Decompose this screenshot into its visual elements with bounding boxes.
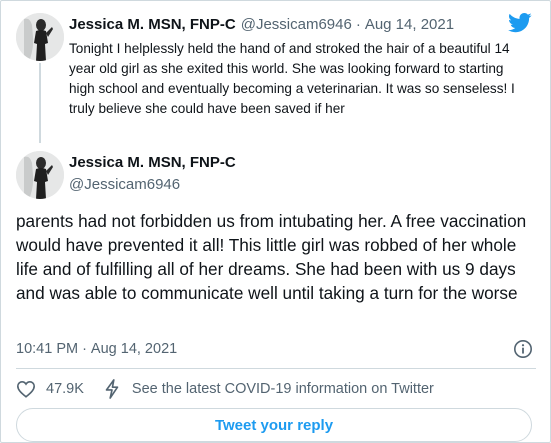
- tweet-time: 10:41 PM: [16, 341, 79, 357]
- parent-tweet-header: Jessica M. MSN, FNP-C @Jessicam6946 · Au…: [69, 13, 454, 35]
- like-button[interactable]: 47.9K: [16, 380, 104, 398]
- parent-avatar[interactable]: [16, 13, 64, 61]
- main-avatar[interactable]: [16, 151, 64, 199]
- main-display-name[interactable]: Jessica M. MSN, FNP-C: [69, 154, 236, 171]
- lightning-icon: [105, 379, 119, 399]
- separator-dot: ·: [355, 15, 361, 33]
- thread-connector: [39, 63, 41, 143]
- tweet-your-reply-button[interactable]: Tweet your reply: [16, 408, 532, 442]
- covid-info-link[interactable]: See the latest COVID-19 information on T…: [104, 379, 434, 399]
- main-handle[interactable]: @Jessicam6946: [69, 176, 180, 193]
- like-count: 47.9K: [46, 381, 84, 397]
- embedded-tweet-card: Jessica M. MSN, FNP-C @Jessicam6946 · Au…: [0, 0, 551, 443]
- parent-tweet[interactable]: Jessica M. MSN, FNP-C @Jessicam6946 · Au…: [1, 1, 551, 146]
- tweet-actions-bar: 47.9K See the latest COVID-19 informatio…: [16, 378, 434, 400]
- tweet-timestamp[interactable]: 10:41 PM · Aug 14, 2021: [16, 341, 177, 357]
- parent-date[interactable]: Aug 14, 2021: [365, 16, 454, 33]
- person-silhouette-icon: [16, 151, 64, 199]
- info-icon[interactable]: [513, 339, 533, 359]
- person-silhouette-icon: [16, 13, 64, 61]
- main-tweet-text: parents had not forbidden us from intuba…: [16, 211, 527, 303]
- twitter-bird-icon[interactable]: [508, 13, 532, 35]
- parent-tweet-text: Tonight I helplessly held the hand of an…: [69, 41, 515, 116]
- divider: [16, 368, 536, 369]
- parent-display-name[interactable]: Jessica M. MSN, FNP-C: [69, 16, 236, 33]
- covid-link-text: See the latest COVID-19 information on T…: [131, 381, 434, 397]
- parent-handle[interactable]: @Jessicam6946: [241, 16, 352, 33]
- heart-icon: [16, 380, 36, 398]
- separator-dot: ·: [82, 341, 87, 357]
- tweet-date: Aug 14, 2021: [90, 341, 178, 357]
